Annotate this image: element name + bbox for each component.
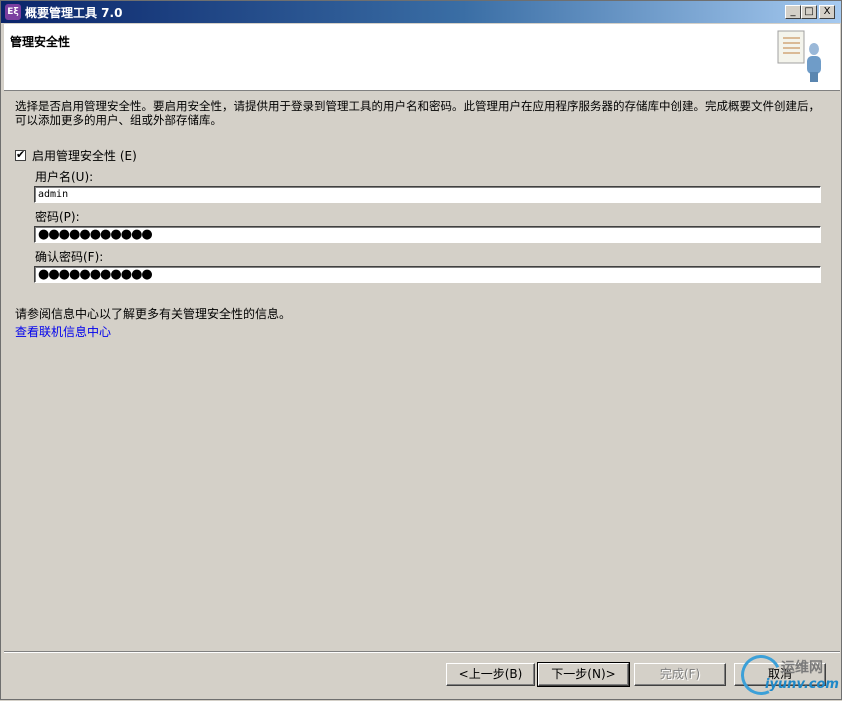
username-input[interactable]: admin [34,186,821,203]
page-title: 管理安全性 [10,35,71,49]
check-mark-icon: ✔ [16,148,26,161]
site-watermark: 运维网 iyunv.com [735,649,841,701]
minimize-icon: _ [790,6,796,17]
info-text: 请参阅信息中心以了解更多有关管理安全性的信息。 [15,307,292,321]
footer-separator [4,651,840,653]
maximize-icon: □ [804,6,814,17]
wizard-header: 管理安全性 [4,24,840,91]
finish-button[interactable]: 完成(F) [634,663,726,686]
back-button[interactable]: <上一步(B) [446,663,535,686]
description-text: 选择是否启用管理安全性。要启用安全性，请提供用于登录到管理工具的用户名和密码。此… [15,99,820,127]
watermark-text-url: iyunv.com [765,677,839,692]
password-label: 密码(P): [35,210,80,224]
security-user-icon [777,30,821,82]
window-title: 概要管理工具 7.0 [25,6,123,20]
password-input[interactable]: ●●●●●●●●●●● [34,226,821,243]
username-label: 用户名(U): [35,170,94,184]
close-button[interactable]: X [819,5,835,19]
app-icon: Eξ [5,4,21,20]
maximize-button[interactable]: □ [801,5,817,19]
watermark-text-cn: 运维网 [781,660,823,676]
title-bar[interactable]: Eξ 概要管理工具 7.0 _ □ X [1,1,841,23]
dialog-window: Eξ 概要管理工具 7.0 _ □ X 管理安全性 选择是否启用管理安全性。要启… [0,0,842,701]
next-button[interactable]: 下一步(N)> [537,662,630,687]
minimize-button[interactable]: _ [785,5,801,19]
close-icon: X [823,6,831,17]
enable-security-label: 启用管理安全性 (E) [32,149,137,163]
enable-security-checkbox[interactable]: ✔ [15,148,26,161]
confirm-password-label: 确认密码(F): [35,250,104,264]
info-center-link[interactable]: 查看联机信息中心 [15,323,111,340]
confirm-password-input[interactable]: ●●●●●●●●●●● [34,266,821,283]
enable-security-row[interactable]: ✔ 启用管理安全性 (E) [15,147,137,163]
watermark-logo-icon [735,649,787,701]
